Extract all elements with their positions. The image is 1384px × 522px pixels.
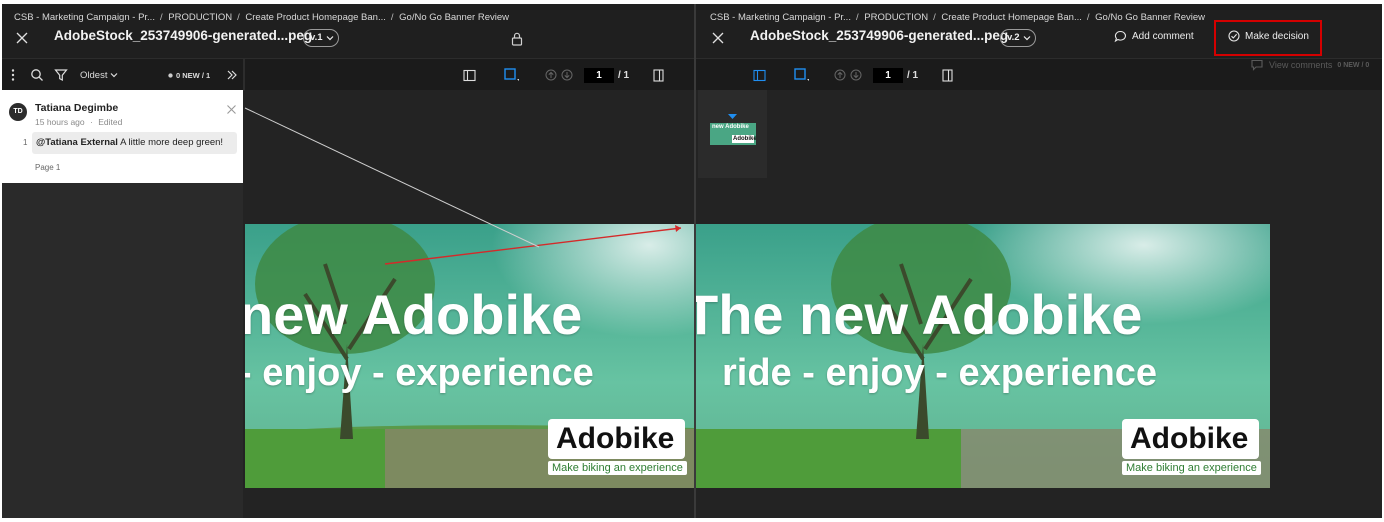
chevron-down-icon (326, 36, 333, 41)
comment-card[interactable]: TD Tatiana Degimbe 15 hours ago · Edited… (2, 90, 243, 183)
comment-edited: Edited (98, 117, 123, 127)
left-pane: CSB - Marketing Campaign - Pr... / PRODUC… (2, 4, 694, 518)
breadcrumb: CSB - Marketing Campaign - Pr... / PRODUC… (710, 12, 1205, 23)
comment-connector-line (244, 107, 540, 248)
right-pane: CSB - Marketing Campaign - Pr... / PRODUC… (696, 4, 1382, 518)
breadcrumb-item[interactable]: PRODUCTION (168, 12, 232, 23)
chevron-down-icon (1023, 36, 1030, 41)
left-toolbar: Oldest 0 NEW / 1 1 / 1 (2, 58, 694, 91)
breadcrumb-item[interactable]: Go/No Go Banner Review (399, 12, 509, 23)
page-number-input[interactable]: 1 (873, 68, 903, 83)
breadcrumb-item[interactable]: CSB - Marketing Campaign - Pr... (14, 12, 155, 23)
breadcrumb-item[interactable]: CSB - Marketing Campaign - Pr... (710, 12, 851, 23)
add-comment-label: Add comment (1132, 31, 1194, 42)
breadcrumb-item[interactable]: Create Product Homepage Ban... (245, 12, 385, 23)
comment-icon (1251, 59, 1263, 71)
more-options-icon[interactable] (10, 59, 16, 91)
comment-icon (1114, 30, 1126, 43)
add-comment-button[interactable]: Add comment (1114, 30, 1194, 43)
view-comments-label: View comments (1269, 60, 1333, 70)
previous-arrow-icon[interactable] (834, 69, 846, 81)
document-panel-icon[interactable] (942, 59, 953, 91)
next-arrow-icon[interactable] (850, 69, 862, 81)
close-icon[interactable] (14, 30, 30, 46)
sort-dropdown[interactable]: Oldest (80, 59, 118, 91)
comment-navigation (834, 59, 862, 91)
page-total: / 1 (618, 70, 630, 81)
document-panel-icon[interactable] (653, 59, 664, 91)
right-toolbar: 1 / 1 View comments 0 NEW / 0 (696, 58, 1382, 90)
comment-time: 15 hours ago (35, 117, 85, 127)
thumbnail-logo: Adobike (732, 135, 756, 143)
next-arrow-icon[interactable] (561, 69, 573, 81)
chevron-down-icon (111, 73, 118, 78)
new-count: 0 NEW / 0 (1337, 61, 1370, 69)
thumbnail-headline: new Adobike (712, 124, 749, 130)
banner-subheadline: ride - enjoy - experience (722, 352, 1158, 394)
breadcrumb: CSB - Marketing Campaign - Pr... / PRODUC… (14, 12, 509, 23)
close-icon[interactable] (710, 30, 726, 46)
collapse-panel-icon[interactable] (226, 59, 238, 91)
sort-label: Oldest (80, 69, 108, 81)
sidebar-toggle-icon[interactable] (753, 59, 766, 91)
version-selector[interactable]: v.2 (1000, 29, 1036, 47)
rectangle-tool-icon[interactable] (504, 59, 520, 91)
view-comments-button[interactable]: View comments 0 NEW / 0 (1250, 49, 1369, 81)
thumbnail-strip: new Adobike Adobike (698, 90, 767, 178)
banner-headline: The new Adobike (696, 283, 1143, 346)
version-selector[interactable]: v.1 (303, 29, 339, 47)
comment-text: A little more deep green! (120, 137, 224, 148)
version-label: v.1 (310, 32, 323, 43)
close-icon[interactable] (226, 104, 237, 115)
app-root: CSB - Marketing Campaign - Pr... / PRODUC… (0, 0, 1384, 522)
new-comments-badge: 0 NEW / 1 (168, 59, 210, 91)
annotation-arrow (384, 225, 682, 265)
file-title: AdobeStock_253749906-generated...peg (750, 28, 1009, 43)
comments-panel: TD Tatiana Degimbe 15 hours ago · Edited… (2, 90, 243, 518)
lock-icon (511, 32, 523, 46)
artwork-v2[interactable]: The new Adobike ride - enjoy - experienc… (696, 224, 1270, 488)
brand-tagline: Make biking an experience (1122, 461, 1261, 475)
compare-view: CSB - Marketing Campaign - Pr... / PRODUC… (2, 4, 1382, 518)
artwork-v1[interactable]: new Adobike - enjoy - experience Adobike… (245, 224, 694, 488)
page-total: / 1 (907, 70, 919, 81)
comment-page: Page 1 (35, 163, 61, 172)
page-thumbnail[interactable]: new Adobike Adobike (710, 123, 756, 145)
breadcrumb-item[interactable]: PRODUCTION (864, 12, 928, 23)
comment-author: Tatiana Degimbe (35, 102, 119, 114)
rectangle-tool-icon[interactable] (794, 59, 810, 91)
avatar: TD (9, 103, 27, 121)
left-header: CSB - Marketing Campaign - Pr... / PRODUC… (2, 4, 694, 58)
caret-down-icon (728, 114, 737, 119)
breadcrumb-item[interactable]: Create Product Homepage Ban... (941, 12, 1081, 23)
breadcrumb-item[interactable]: Go/No Go Banner Review (1095, 12, 1205, 23)
brand-logo: Adobike (1122, 419, 1259, 459)
search-icon[interactable] (30, 59, 44, 91)
filter-icon[interactable] (54, 59, 68, 91)
page-number-input[interactable]: 1 (584, 68, 614, 83)
new-count: 0 NEW / 1 (176, 70, 211, 80)
comment-navigation (545, 59, 573, 91)
previous-arrow-icon[interactable] (545, 69, 557, 81)
comment-mention[interactable]: @Tatiana External (36, 137, 118, 148)
comment-meta: 15 hours ago · Edited (35, 117, 123, 127)
version-label: v.2 (1007, 32, 1020, 43)
file-title: AdobeStock_253749906-generated...peg (54, 28, 313, 43)
comment-body: @Tatiana External A little more deep gre… (32, 132, 237, 154)
sidebar-toggle-icon[interactable] (463, 59, 476, 91)
comment-number: 1 (23, 138, 28, 147)
